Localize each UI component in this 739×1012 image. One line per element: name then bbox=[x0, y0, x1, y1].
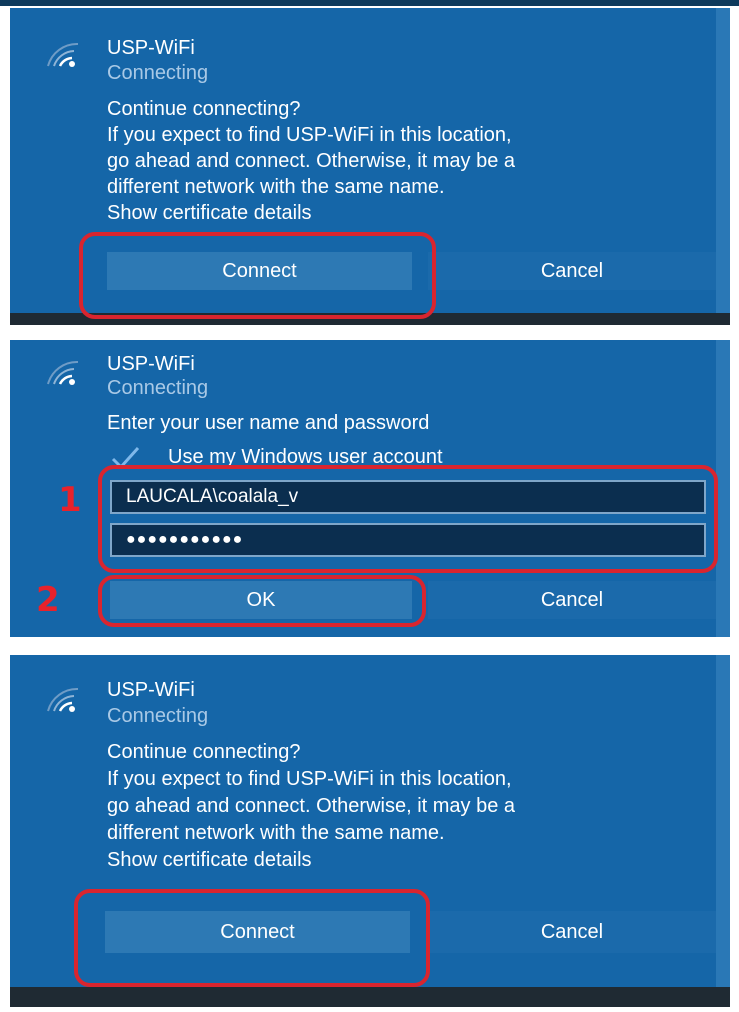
wifi-icon bbox=[47, 360, 79, 385]
message-line: Continue connecting? bbox=[107, 741, 301, 763]
highlight-ok bbox=[98, 575, 426, 627]
wifi-connect-panel-2: USP-WiFi Connecting Continue connecting?… bbox=[10, 655, 730, 1007]
wifi-connect-panel-1: USP-WiFi Connecting Continue connecting?… bbox=[10, 8, 730, 325]
continue-message: Continue connecting? If you expect to fi… bbox=[107, 96, 707, 226]
wifi-icon bbox=[47, 687, 79, 712]
cancel-button[interactable]: Cancel bbox=[428, 252, 716, 290]
continue-message: Continue connecting? If you expect to fi… bbox=[107, 739, 707, 874]
message-line: go ahead and connect. Otherwise, it may … bbox=[107, 150, 516, 172]
network-name: USP-WiFi bbox=[107, 679, 195, 701]
cancel-button[interactable]: Cancel bbox=[428, 911, 716, 953]
highlight-circle bbox=[74, 889, 430, 987]
message-line: different network with the same name. bbox=[107, 176, 445, 198]
step-number-2: 2 bbox=[36, 580, 60, 620]
message-line: If you expect to find USP-WiFi in this l… bbox=[107, 768, 512, 790]
wifi-icon bbox=[47, 42, 79, 67]
wifi-credentials-panel: USP-WiFi Connecting Enter your user name… bbox=[10, 340, 730, 637]
cancel-button[interactable]: Cancel bbox=[428, 581, 716, 619]
connection-status: Connecting bbox=[107, 62, 209, 84]
message-line: different network with the same name. bbox=[107, 822, 445, 844]
highlight-circle bbox=[79, 232, 436, 319]
network-name: USP-WiFi bbox=[107, 353, 195, 375]
message-line: If you expect to find USP-WiFi in this l… bbox=[107, 124, 512, 146]
panel-edge bbox=[716, 655, 730, 1007]
panel-edge bbox=[716, 340, 730, 637]
highlight-credentials bbox=[98, 465, 718, 573]
message-line: Continue connecting? bbox=[107, 98, 301, 120]
show-certificate-link[interactable]: Show certificate details bbox=[107, 200, 707, 226]
connection-status: Connecting bbox=[107, 377, 209, 399]
panel-edge bbox=[716, 8, 730, 325]
network-name: USP-WiFi bbox=[107, 37, 195, 59]
taskbar-strip bbox=[10, 987, 730, 1007]
credentials-prompt: Enter your user name and password bbox=[107, 412, 430, 434]
message-line: go ahead and connect. Otherwise, it may … bbox=[107, 795, 516, 817]
show-certificate-link[interactable]: Show certificate details bbox=[107, 847, 707, 874]
step-number-1: 1 bbox=[58, 480, 82, 520]
connection-status: Connecting bbox=[107, 705, 209, 727]
top-divider bbox=[0, 0, 739, 6]
